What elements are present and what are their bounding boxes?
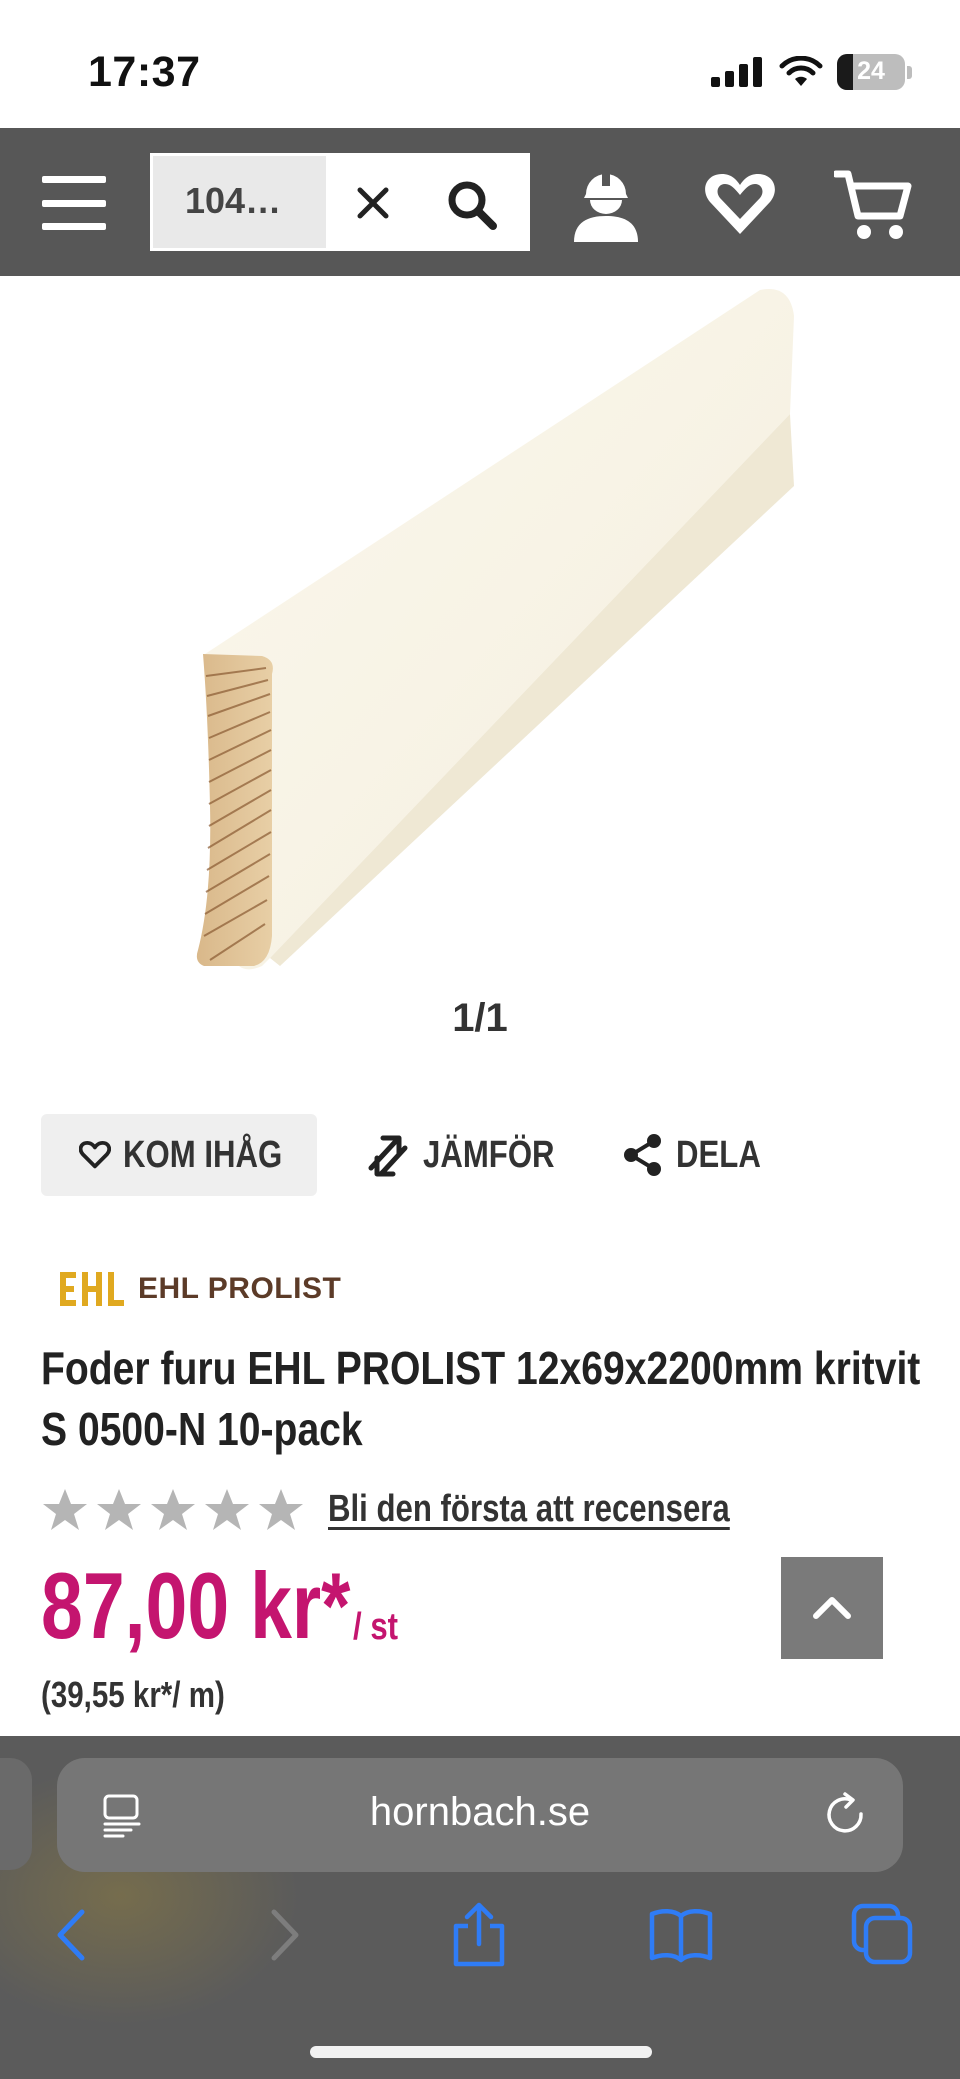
review-link[interactable]: Bli den första att recensera <box>328 1488 730 1531</box>
compare-label: JÄMFÖR <box>423 1133 555 1176</box>
remember-label: KOM IHÅG <box>122 1133 283 1176</box>
url-text[interactable]: hornbach.se <box>57 1790 903 1835</box>
star-icon <box>151 1489 195 1530</box>
forward-icon <box>271 1909 299 1961</box>
heart-outline-icon <box>79 1141 111 1169</box>
bookmarks-icon[interactable] <box>648 1902 714 1968</box>
tabs-icon[interactable] <box>850 1902 916 1968</box>
scroll-to-top-button[interactable] <box>781 1557 883 1659</box>
cellular-signal-icon <box>711 57 762 87</box>
unit-price: (39,55 kr*/ m) <box>41 1674 225 1715</box>
star-icon <box>97 1489 141 1530</box>
browser-toolbar: hornbach.se <box>0 1736 960 2079</box>
brand-logo <box>60 1272 124 1306</box>
price-unit: / st <box>353 1606 399 1648</box>
reload-icon[interactable] <box>821 1790 871 1840</box>
status-icons: 24 <box>711 54 912 90</box>
share-button[interactable]: DELA <box>622 1114 779 1196</box>
battery-level: 24 <box>857 57 885 85</box>
compare-button[interactable]: JÄMFÖR <box>365 1114 583 1196</box>
search-icon[interactable] <box>443 176 501 234</box>
share-label: DELA <box>676 1133 761 1176</box>
close-icon[interactable] <box>348 178 398 228</box>
search-box[interactable]: 104… <box>150 153 530 251</box>
address-bar[interactable]: hornbach.se <box>57 1758 903 1872</box>
brand-name: EHL PROLIST <box>138 1272 342 1305</box>
product-title: Foder furu EHL PROLIST 12x69x2200mm krit… <box>41 1342 921 1455</box>
share-icon <box>624 1134 661 1176</box>
wifi-icon <box>779 56 823 86</box>
brand[interactable]: EHL PROLIST <box>60 1270 341 1308</box>
star-icon <box>205 1489 249 1530</box>
menu-icon[interactable] <box>38 168 110 238</box>
account-icon[interactable] <box>566 164 646 244</box>
cart-icon[interactable] <box>834 164 914 244</box>
remember-button[interactable]: KOM IHÅG <box>41 1114 317 1196</box>
battery-nub <box>907 65 912 79</box>
image-counter: 1/1 <box>452 996 508 1040</box>
back-icon[interactable] <box>42 1902 108 1968</box>
heart-icon[interactable] <box>700 164 780 244</box>
app-header: 104… <box>0 128 960 276</box>
status-time: 17:37 <box>88 48 201 96</box>
price: 87,00 kr* / st <box>41 1556 428 1656</box>
star-icon <box>259 1489 303 1530</box>
status-bar: 17:37 24 <box>0 0 960 128</box>
product-image[interactable] <box>0 276 960 976</box>
price-value: 87,00 kr* <box>41 1553 351 1658</box>
chevron-up-icon <box>813 1597 851 1619</box>
home-indicator[interactable] <box>310 2046 652 2058</box>
battery-icon: 24 <box>837 54 905 90</box>
previous-tab[interactable] <box>0 1758 32 1870</box>
compare-icon <box>368 1135 408 1177</box>
rating-stars <box>41 1486 305 1534</box>
share-icon[interactable] <box>446 1902 512 1968</box>
star-icon <box>43 1489 87 1530</box>
search-input[interactable]: 104… <box>153 156 326 248</box>
